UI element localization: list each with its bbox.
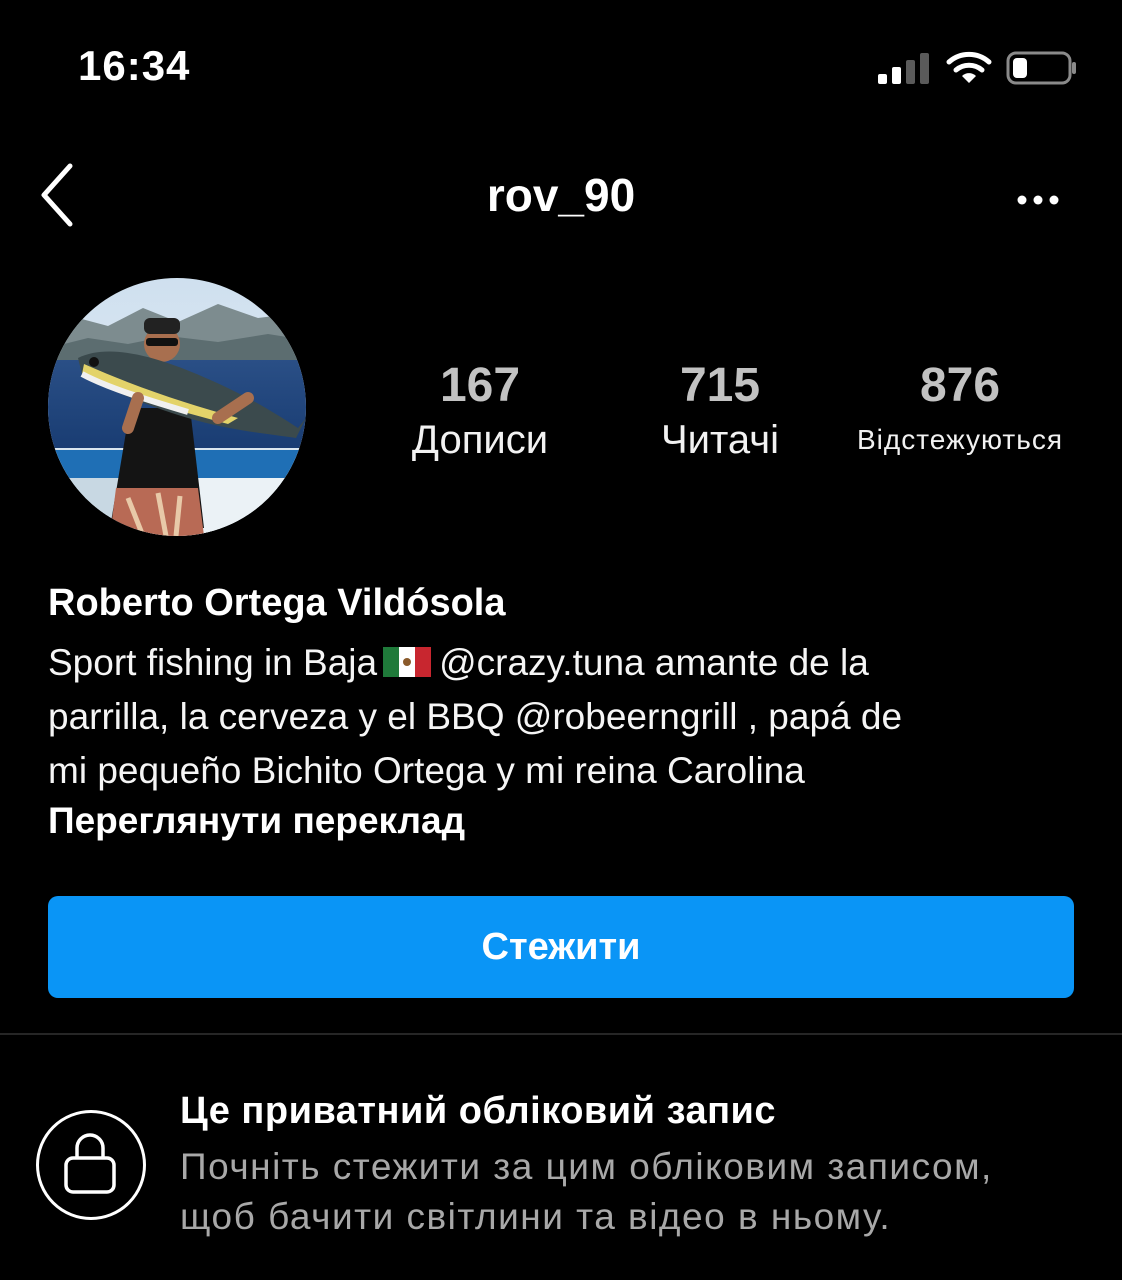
status-time: 16:34	[78, 42, 191, 89]
private-account-description: Почніть стежити за цим обліковим записом…	[180, 1142, 1100, 1242]
following-count: 876	[919, 359, 1001, 412]
cellular-signal-icon	[878, 53, 929, 84]
profile-bio: Sport fishing in Baja @crazy.tuna amante…	[48, 636, 1088, 798]
more-options-button[interactable]	[1008, 180, 1068, 220]
followers-stat[interactable]: 715 Читачі	[620, 358, 820, 466]
mention-crazy-tuna[interactable]: @crazy.tuna	[439, 642, 645, 683]
bio-text: , papá de	[737, 696, 903, 737]
profile-photo	[48, 278, 306, 536]
bio-text: amante de la	[644, 642, 869, 683]
bio-text: Sport fishing in Baja	[48, 642, 378, 683]
private-description-line-2: щоб бачити світлини та відео в ньому.	[180, 1196, 892, 1237]
posts-count: 167	[439, 359, 521, 412]
posts-label: Дописи	[411, 418, 549, 462]
bio-text: parrilla, la cerveza y el BBQ	[48, 696, 515, 737]
back-button[interactable]	[34, 160, 84, 230]
divider	[0, 1033, 1122, 1035]
profile-username: rov_90	[486, 169, 636, 221]
bio-line-3: mi pequeño Bichito Ortega y mi reina Car…	[48, 750, 805, 791]
posts-stat: 167 Дописи	[380, 358, 580, 466]
bio-line-1: Sport fishing in Baja @crazy.tuna amante…	[48, 636, 1088, 690]
bio-line-2: parrilla, la cerveza y el BBQ @robeerngr…	[48, 690, 1088, 744]
profile-full-name: Roberto Ortega Vildósola	[48, 582, 506, 624]
see-translation-link[interactable]: Переглянути переклад	[48, 800, 465, 842]
followers-label: Читачі	[661, 418, 779, 462]
chevron-left-icon	[41, 163, 73, 227]
following-stat[interactable]: 876 Відстежуються	[842, 358, 1078, 466]
private-account-title: Це приватний обліковий запис	[180, 1090, 777, 1132]
wifi-icon	[946, 51, 992, 83]
following-label: Відстежуються	[856, 424, 1063, 455]
private-description-line-1: Почніть стежити за цим обліковим записом…	[180, 1146, 993, 1187]
profile-avatar[interactable]	[48, 278, 306, 536]
battery-icon	[1006, 51, 1076, 85]
mexico-flag-icon	[383, 647, 432, 678]
followers-count: 715	[679, 359, 761, 412]
mention-robeerngrill[interactable]: @robeerngrill	[515, 696, 738, 737]
ellipsis-icon	[1017, 195, 1059, 205]
follow-button[interactable]: Стежити	[48, 896, 1074, 998]
lock-icon	[64, 1133, 116, 1194]
